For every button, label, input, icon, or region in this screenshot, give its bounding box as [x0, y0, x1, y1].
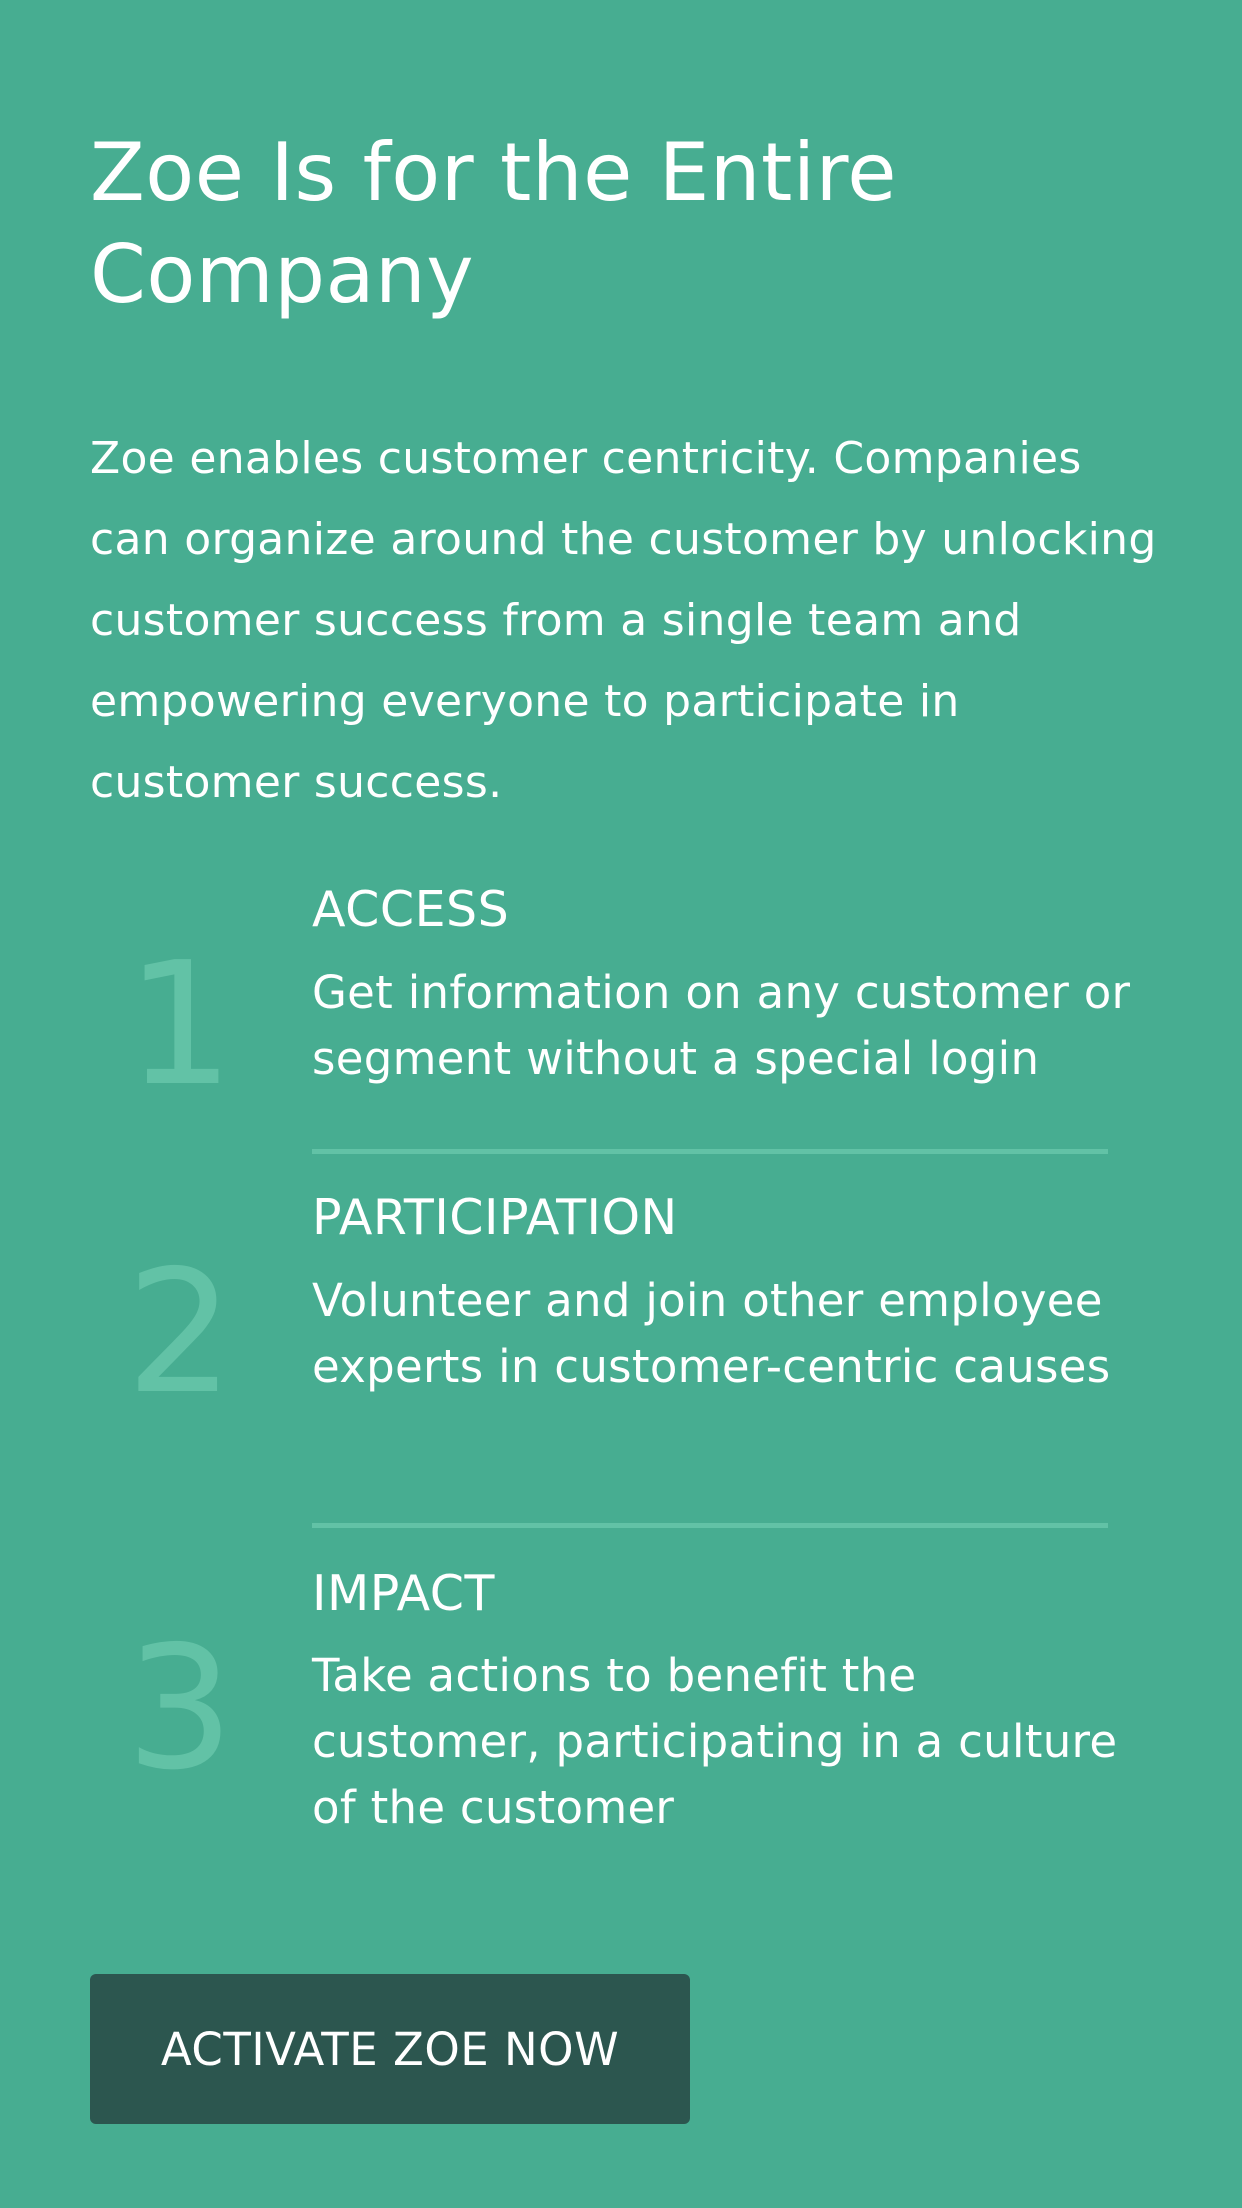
step-description: Volunteer and join other employee expert… [312, 1274, 1111, 1393]
activate-zoe-button[interactable]: ACTIVATE ZOE NOW [90, 1974, 690, 2124]
page-title: Zoe Is for the Entire Company [90, 126, 897, 321]
step-number: 1 [125, 926, 235, 1124]
feature-section: Zoe Is for the Entire Company Zoe enable… [0, 0, 1242, 2208]
intro-paragraph: Zoe enables customer centricity. Compani… [90, 433, 1157, 808]
step-heading: ACCESS [312, 881, 510, 938]
step-description: Get information on any customer or segme… [312, 966, 1131, 1085]
divider [312, 1523, 1108, 1528]
step-heading: IMPACT [312, 1565, 495, 1622]
step-heading: PARTICIPATION [312, 1189, 678, 1246]
step-number: 3 [125, 1610, 235, 1808]
step-number: 2 [125, 1234, 235, 1432]
divider [312, 1149, 1108, 1154]
step-description: Take actions to benefit the customer, pa… [312, 1649, 1118, 1834]
